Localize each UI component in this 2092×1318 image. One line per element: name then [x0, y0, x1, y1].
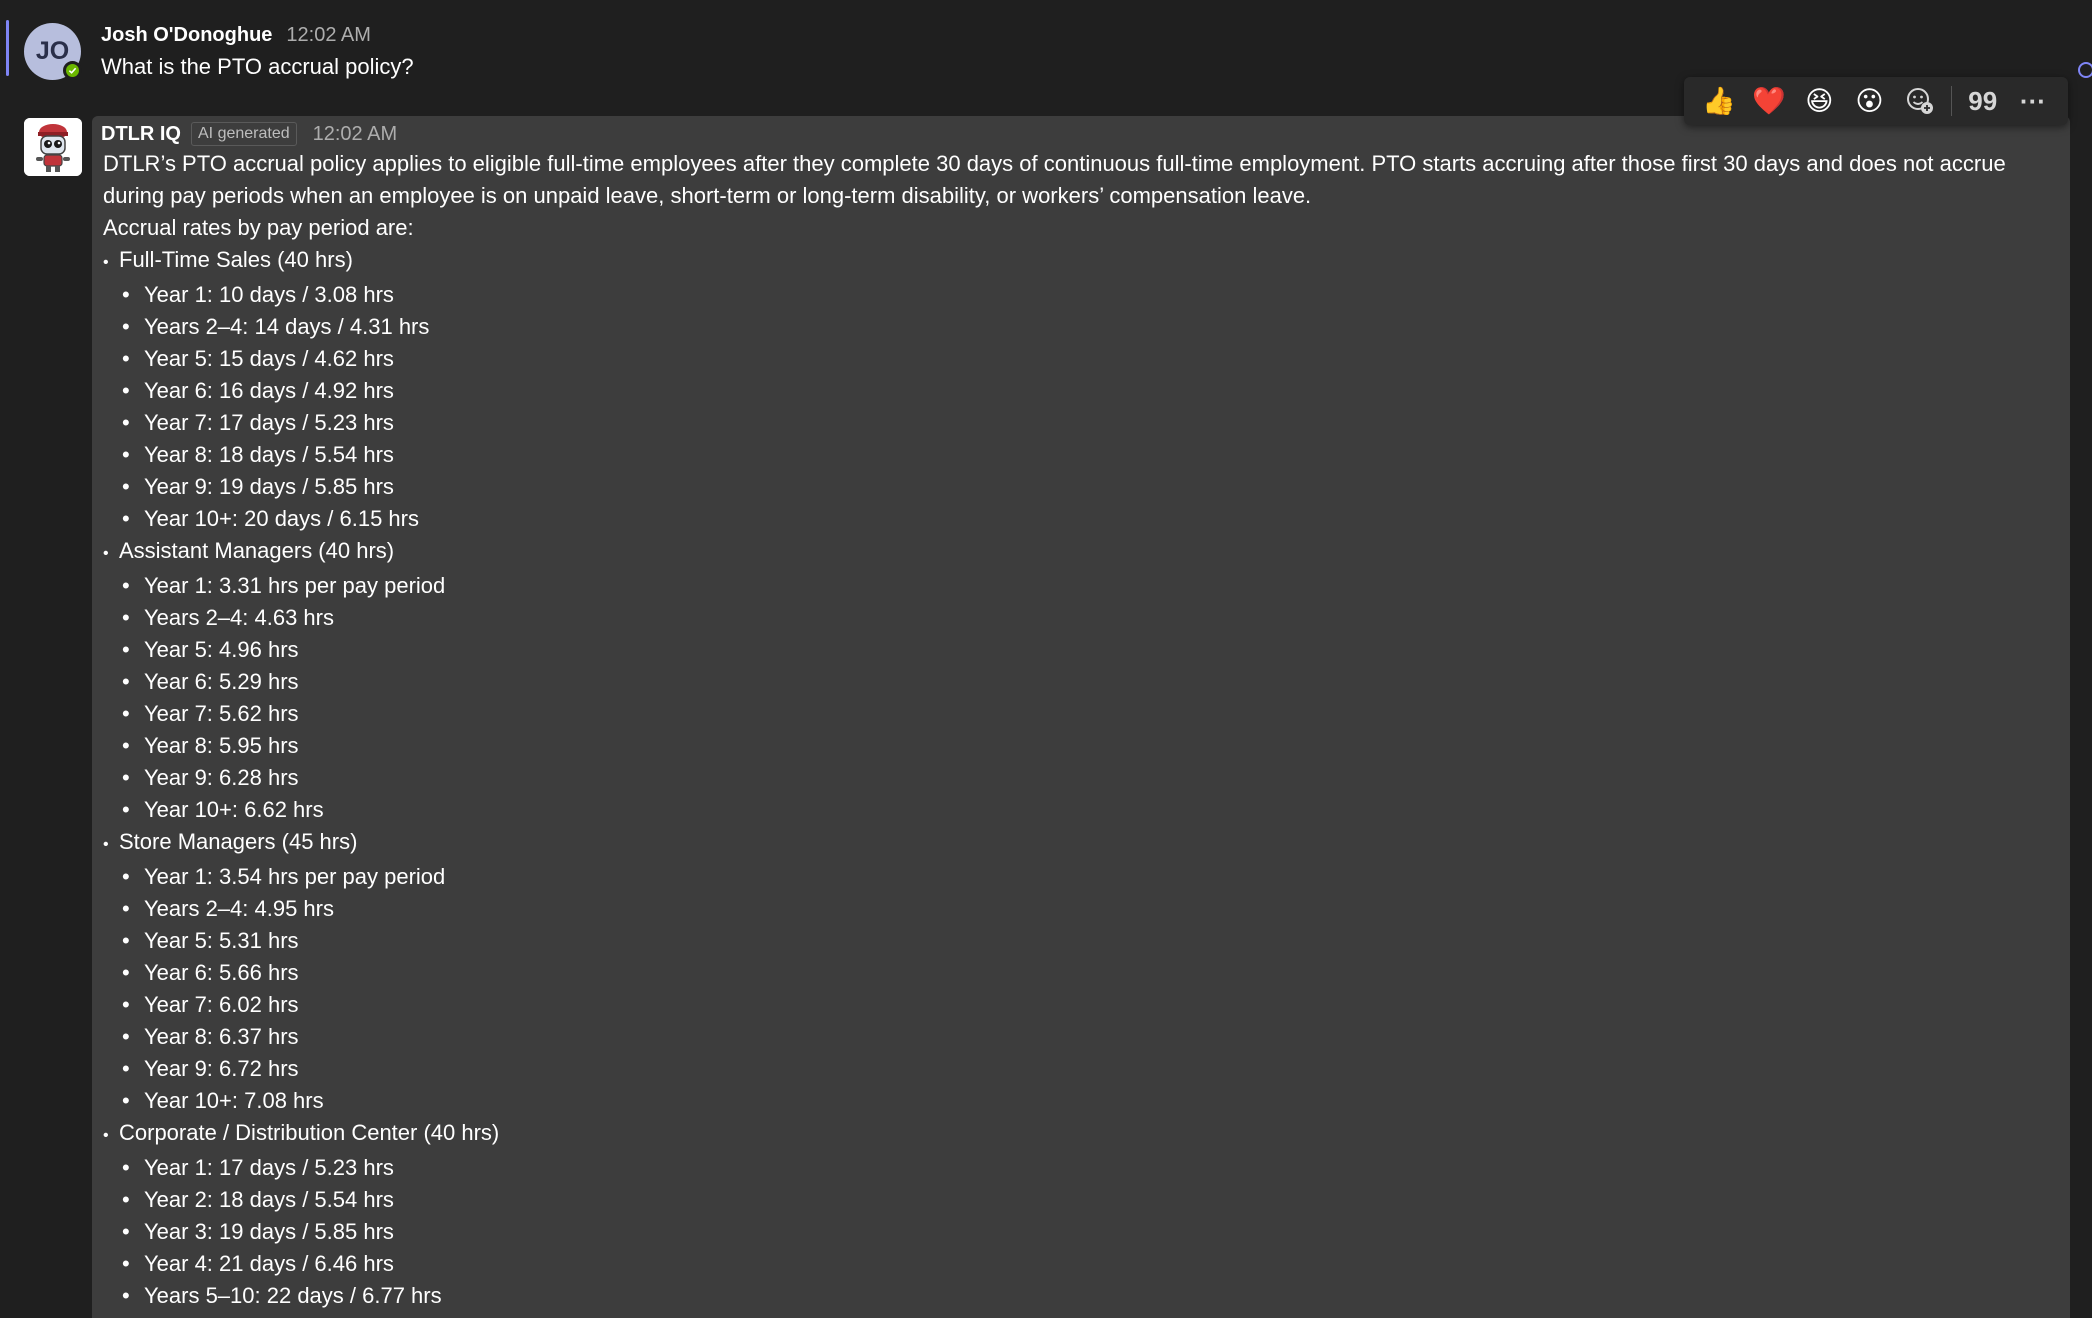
avatar-initials: JO	[35, 37, 70, 65]
list-item: Year 6: 5.66 hrs	[122, 957, 2023, 989]
bullet-icon: •	[103, 545, 109, 562]
list-item: Year 7: 6.02 hrs	[122, 989, 2023, 1021]
quote-reply-icon[interactable]: 99	[1958, 77, 2008, 125]
category-heading: • Assistant Managers (40 hrs)	[103, 535, 2023, 570]
add-reaction-icon[interactable]	[1895, 77, 1945, 125]
policy-intro: DTLR’s PTO accrual policy applies to eli…	[103, 151, 2006, 208]
message-actions-toolbar: 👍 ❤️ 😆 😮 99 ···	[1684, 77, 2068, 125]
category-title: Corporate / Distribution Center (40 hrs)	[119, 1120, 500, 1145]
list-item: Year 8: 6.37 hrs	[122, 1021, 2023, 1053]
list-item: Year 5: 5.31 hrs	[122, 925, 2023, 957]
bullet-icon: •	[103, 1127, 109, 1144]
list-item: Year 8: 18 days / 5.54 hrs	[122, 439, 2023, 471]
message-timestamp: 12:02 AM	[286, 24, 371, 46]
category-heading: • Corporate / Distribution Center (40 hrs…	[103, 1117, 2023, 1152]
message-header: Josh O'Donoghue 12:02 AM	[101, 24, 371, 47]
list-item: Year 1: 17 days / 5.23 hrs	[122, 1152, 2023, 1184]
list-item: Year 7: 17 days / 5.23 hrs	[122, 407, 2023, 439]
list-item: Year 9: 6.72 hrs	[122, 1053, 2023, 1085]
category-title: Assistant Managers (40 hrs)	[119, 538, 395, 563]
bot-author-name[interactable]: DTLR IQ	[101, 123, 181, 146]
read-receipt-icon	[2078, 62, 2092, 78]
list-item: Years 2–4: 4.63 hrs	[122, 602, 2023, 634]
list-item: Year 5: 15 days / 4.62 hrs	[122, 343, 2023, 375]
rates-heading: Accrual rates by pay period are:	[103, 215, 414, 240]
bot-message-header: DTLR IQ AI generated 12:02 AM	[101, 122, 397, 146]
list-item: Year 6: 16 days / 4.92 hrs	[122, 375, 2023, 407]
surprised-icon[interactable]: 😮	[1844, 77, 1894, 125]
bullet-icon: •	[103, 836, 109, 853]
laugh-icon[interactable]: 😆	[1794, 77, 1844, 125]
list-item: Year 8: 5.95 hrs	[122, 730, 2023, 762]
bot-avatar[interactable]	[24, 118, 82, 176]
list-item: Year 5: 4.96 hrs	[122, 634, 2023, 666]
list-item: Year 4: 21 days / 6.46 hrs	[122, 1248, 2023, 1280]
thumbs-up-icon[interactable]: 👍	[1694, 77, 1744, 125]
list-item: Year 1: 3.31 hrs per pay period	[122, 570, 2023, 602]
heart-icon[interactable]: ❤️	[1744, 77, 1794, 125]
list-item: Year 9: 19 days / 5.85 hrs	[122, 471, 2023, 503]
list-item: Year 10+: 6.62 hrs	[122, 794, 2023, 826]
category-heading: • Store Managers (45 hrs)	[103, 826, 2023, 861]
category-title: Store Managers (45 hrs)	[119, 829, 358, 854]
list-item: Year 9: 6.28 hrs	[122, 762, 2023, 794]
category-heading: • Full-Time Sales (40 hrs)	[103, 244, 2023, 279]
bot-message-body: DTLR’s PTO accrual policy applies to eli…	[103, 148, 2023, 1312]
category-rate-list: Year 1: 17 days / 5.23 hrsYear 2: 18 day…	[103, 1152, 2023, 1312]
presence-available-icon	[63, 61, 82, 80]
more-options-icon[interactable]: ···	[2008, 77, 2058, 125]
list-item: Years 2–4: 14 days / 4.31 hrs	[122, 311, 2023, 343]
message-text: What is the PTO accrual policy?	[101, 54, 414, 79]
list-item: Year 10+: 20 days / 6.15 hrs	[122, 503, 2023, 535]
category-rate-list: Year 1: 3.31 hrs per pay periodYears 2–4…	[103, 570, 2023, 826]
unread-accent-bar	[6, 20, 9, 76]
accrual-categories: • Full-Time Sales (40 hrs) Year 1: 10 days…	[103, 244, 2023, 1312]
list-item: Year 6: 5.29 hrs	[122, 666, 2023, 698]
list-item: Year 1: 10 days / 3.08 hrs	[122, 279, 2023, 311]
category-rate-list: Year 1: 10 days / 3.08 hrsYears 2–4: 14 …	[103, 279, 2023, 535]
list-item: Year 1: 3.54 hrs per pay period	[122, 861, 2023, 893]
list-item: Year 7: 5.62 hrs	[122, 698, 2023, 730]
list-item: Year 2: 18 days / 5.54 hrs	[122, 1184, 2023, 1216]
list-item: Years 2–4: 4.95 hrs	[122, 893, 2023, 925]
ai-generated-badge: AI generated	[191, 122, 297, 146]
author-name[interactable]: Josh O'Donoghue	[101, 24, 272, 47]
bot-message-timestamp: 12:02 AM	[312, 122, 398, 145]
list-item: Year 3: 19 days / 5.85 hrs	[122, 1216, 2023, 1248]
list-item: Year 10+: 7.08 hrs	[122, 1085, 2023, 1117]
category-title: Full-Time Sales (40 hrs)	[119, 247, 353, 272]
list-item: Years 5–10: 22 days / 6.77 hrs	[122, 1280, 2023, 1312]
category-rate-list: Year 1: 3.54 hrs per pay periodYears 2–4…	[103, 861, 2023, 1117]
bullet-icon: •	[103, 254, 109, 271]
robot-mascot-icon	[24, 118, 82, 176]
toolbar-divider	[1950, 86, 1952, 116]
